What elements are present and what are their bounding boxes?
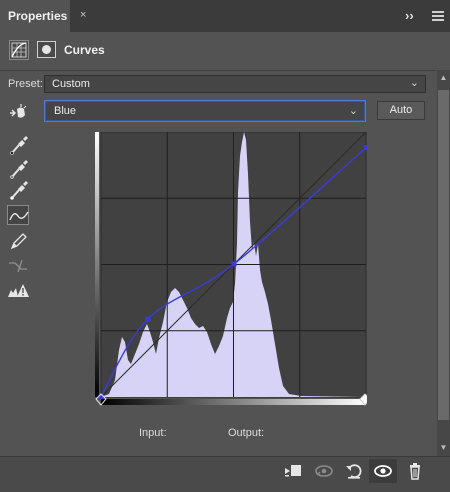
preset-dropdown[interactable]: Custom ⌄ [44,75,426,93]
preset-value: Custom [52,78,90,90]
scroll-up-icon[interactable]: ▲ [437,72,450,84]
curve-control-point[interactable] [145,316,151,322]
white-point-eyedropper-icon[interactable] [7,180,29,200]
chevron-down-icon: ⌄ [409,77,419,89]
curve-points-icon[interactable] [7,205,29,225]
scrollbar-thumb[interactable] [438,90,449,420]
output-label: Output: [228,427,265,439]
close-icon[interactable]: × [80,9,92,21]
input-label: Input: [139,427,167,439]
clipping-warning-icon[interactable] [7,281,29,301]
chevron-down-icon: ⌄ [348,105,358,117]
input-gradient-bar [101,399,366,405]
panel-menu-icon[interactable] [432,11,444,21]
header-divider [0,70,436,71]
auto-button[interactable]: Auto [377,101,425,120]
output-gradient-bar [95,132,99,397]
channel-value: Blue [54,105,77,117]
view-previous-state-icon[interactable] [313,460,335,482]
collapse-panel-icon[interactable]: ›› [405,8,419,24]
reset-icon[interactable] [343,460,365,482]
tab-properties[interactable]: Properties [0,0,70,32]
properties-header: Curves [0,34,436,68]
curves-graph[interactable] [95,132,367,407]
delete-icon[interactable] [404,460,426,482]
layer-mask-icon[interactable] [37,41,56,58]
gray-point-eyedropper-icon[interactable] [7,159,29,179]
channel-dropdown[interactable]: Blue ⌄ [44,100,366,122]
curve-control-point[interactable] [231,261,237,267]
curves-adjustment-icon[interactable] [9,40,29,60]
panel-tab-bar: Properties × ›› [0,0,450,32]
smooth-curve-icon[interactable] [7,256,29,276]
toggle-visibility-button[interactable] [369,459,397,483]
eye-icon [374,465,392,477]
preset-label: Preset: [8,78,43,90]
on-image-adjust-icon[interactable] [7,103,29,123]
adjustment-title: Curves [64,43,105,57]
black-point-eyedropper-icon[interactable] [7,135,29,155]
pencil-draw-icon[interactable] [7,231,29,251]
scroll-down-icon[interactable]: ▼ [437,442,450,454]
curve-control-point[interactable] [363,145,368,151]
clip-to-layer-icon[interactable] [282,460,304,482]
